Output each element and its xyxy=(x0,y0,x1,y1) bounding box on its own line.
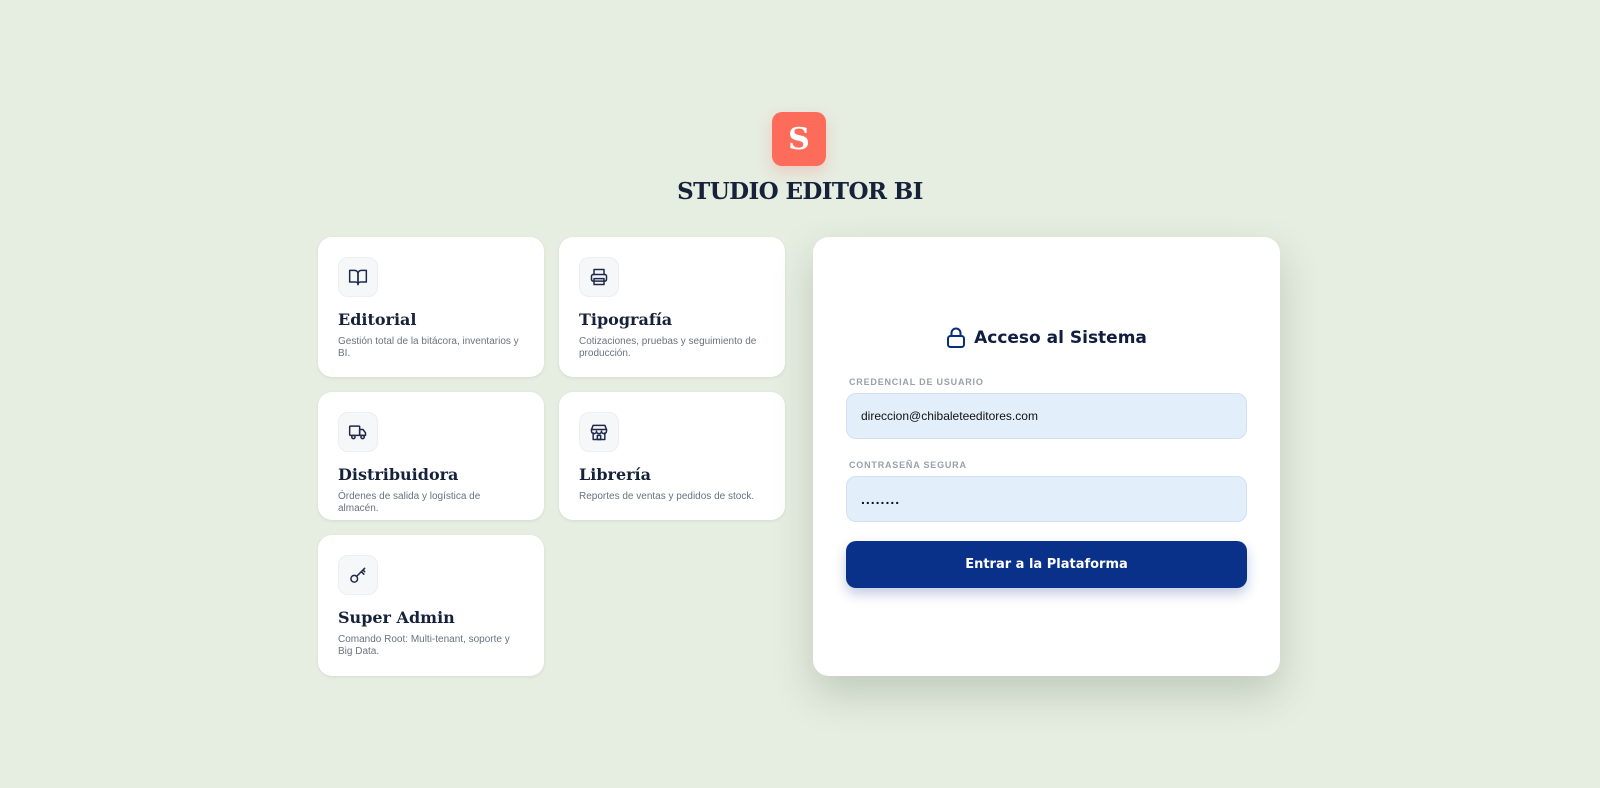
brand-logo: S xyxy=(772,112,826,166)
module-description: Gestión total de la bitácora, inventario… xyxy=(338,336,519,359)
printer-icon xyxy=(579,257,619,297)
login-heading-text: Acceso al Sistema xyxy=(974,328,1147,348)
brand-logo-letter: S xyxy=(788,121,810,157)
module-card-editorial[interactable]: Editorial Gestión total de la bitácora, … xyxy=(318,237,544,377)
truck-icon xyxy=(338,412,378,452)
module-title: Tipografía xyxy=(579,310,673,329)
username-input[interactable] xyxy=(846,393,1247,439)
module-card-distribuidora[interactable]: Distribuidora Órdenes de salida y logíst… xyxy=(318,392,544,520)
username-label: CREDENCIAL DE USUARIO xyxy=(849,377,984,387)
login-card: Acceso al Sistema CREDENCIAL DE USUARIO … xyxy=(813,237,1280,676)
password-label: CONTRASEÑA SEGURA xyxy=(849,460,967,470)
module-description: Reportes de ventas y pedidos de stock. xyxy=(579,491,755,502)
login-heading: Acceso al Sistema xyxy=(813,327,1280,349)
module-description: Órdenes de salida y logística de almacén… xyxy=(338,491,481,514)
module-title: Librería xyxy=(579,465,651,484)
module-card-tipografia[interactable]: Tipografía Cotizaciones, pruebas y segui… xyxy=(559,237,785,377)
store-icon xyxy=(579,412,619,452)
module-title: Distribuidora xyxy=(338,465,459,484)
module-description: Cotizaciones, pruebas y seguimiento de p… xyxy=(579,336,757,359)
module-description: Comando Root: Multi-tenant, soporte y Bi… xyxy=(338,634,510,657)
module-title: Super Admin xyxy=(338,608,455,627)
lock-icon xyxy=(947,327,966,348)
login-submit-button[interactable]: Entrar a la Plataforma xyxy=(846,541,1247,588)
page-title: STUDIO EDITOR BI xyxy=(677,178,923,205)
module-card-libreria[interactable]: Librería Reportes de ventas y pedidos de… xyxy=(559,392,785,520)
module-card-super-admin[interactable]: Super Admin Comando Root: Multi-tenant, … xyxy=(318,535,544,676)
key-icon xyxy=(338,555,378,595)
password-input[interactable] xyxy=(846,476,1247,522)
module-title: Editorial xyxy=(338,310,417,329)
book-open-icon xyxy=(338,257,378,297)
